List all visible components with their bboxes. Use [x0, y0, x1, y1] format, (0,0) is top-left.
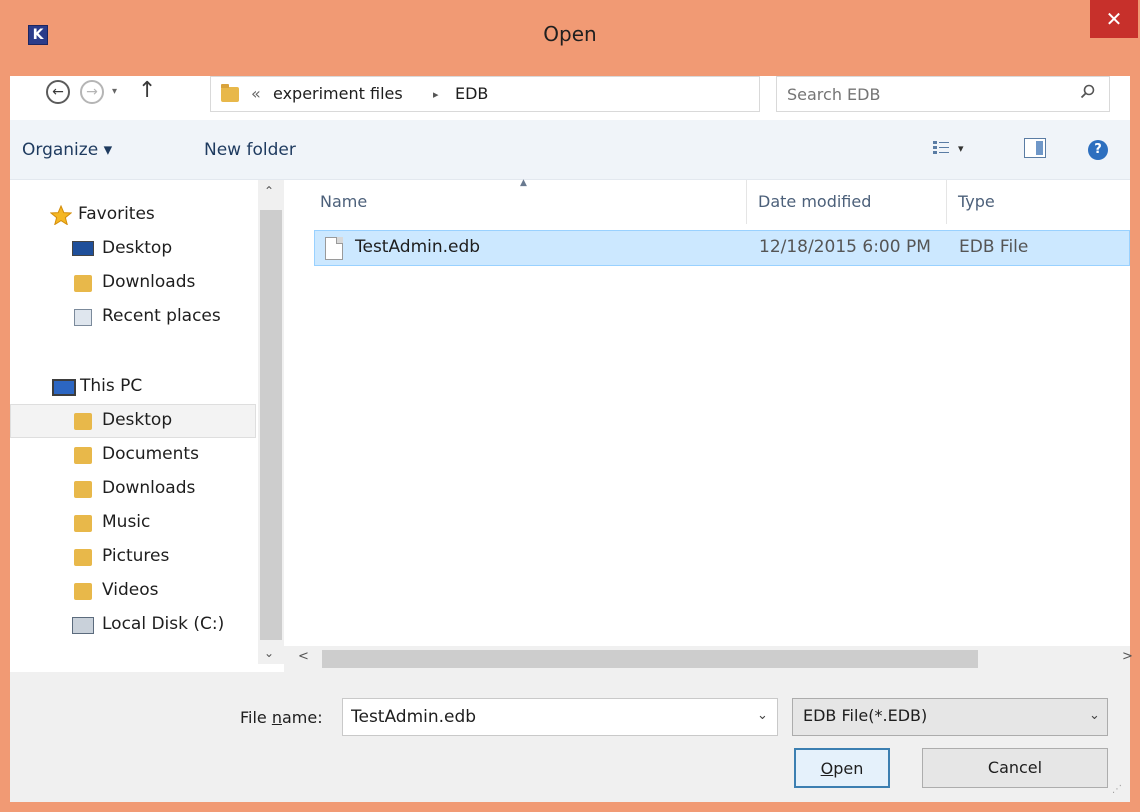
file-type-value: EDB File(*.EDB): [803, 706, 928, 725]
close-button[interactable]: ✕: [1090, 0, 1138, 38]
resize-grip-icon[interactable]: ⋰: [1112, 784, 1122, 795]
file-name-input[interactable]: [351, 706, 741, 728]
nav-label: Downloads: [102, 478, 196, 498]
nav-label: Videos: [102, 580, 159, 600]
column-divider[interactable]: [746, 180, 747, 224]
address-bar[interactable]: « experiment files ▸ EDB ⌄ ↻: [210, 76, 953, 112]
music-icon: [74, 515, 92, 532]
column-header-date-modified[interactable]: Date modified: [758, 192, 871, 211]
downloads-icon: [74, 481, 92, 498]
nav-recent-places[interactable]: Recent places: [10, 300, 256, 334]
nav-label: Documents: [102, 444, 199, 464]
search-input[interactable]: [787, 83, 1067, 105]
navigation-pane: Favorites Desktop Downloads Recent place…: [10, 180, 258, 664]
scroll-up-icon[interactable]: ⌃: [264, 184, 274, 198]
nav-label: Favorites: [78, 204, 155, 224]
preview-pane-icon[interactable]: [1024, 138, 1046, 158]
pictures-icon: [74, 549, 92, 566]
search-icon[interactable]: [1080, 84, 1095, 99]
nav-videos[interactable]: Videos: [10, 574, 256, 608]
nav-label: Music: [102, 512, 151, 532]
command-toolbar: Organize ▾ New folder ▾ ?: [10, 120, 1130, 180]
nav-label: Downloads: [102, 272, 196, 292]
open-dialog-window: K Open ✕ ← → ▾ ↑ « experiment files ▸ ED…: [0, 0, 1140, 812]
nav-favorites-downloads[interactable]: Downloads: [10, 266, 256, 300]
search-box[interactable]: [776, 76, 1110, 112]
star-icon: [50, 205, 72, 225]
nav-local-disk[interactable]: Local Disk (C:): [10, 608, 256, 642]
file-row[interactable]: TestAdmin.edb 12/18/2015 6:00 PM EDB Fil…: [314, 230, 1130, 266]
local-disk-icon: [72, 617, 94, 634]
scroll-down-icon[interactable]: ⌄: [264, 646, 274, 660]
folder-icon: [221, 84, 239, 102]
back-arrow-icon: ←: [52, 84, 64, 100]
nav-pane-vertical-scrollbar[interactable]: ⌃ ⌄: [258, 180, 284, 664]
chevron-down-icon: ▾: [112, 86, 118, 97]
recent-locations-button[interactable]: ▾: [112, 86, 117, 97]
window-title: Open: [543, 22, 597, 46]
scrollbar-thumb[interactable]: [260, 210, 282, 640]
file-date-modified: 12/18/2015 6:00 PM: [759, 237, 931, 257]
nav-label: Desktop: [102, 238, 173, 258]
forward-button[interactable]: →: [80, 80, 104, 104]
breadcrumb-edb[interactable]: EDB: [455, 84, 488, 103]
nav-documents[interactable]: Documents: [10, 438, 256, 472]
up-button[interactable]: ↑: [138, 78, 156, 103]
recent-places-icon: [74, 309, 92, 326]
chevron-down-icon[interactable]: ⌄: [757, 708, 768, 723]
scrollbar-thumb[interactable]: [322, 650, 978, 668]
bottom-panel: File name: ⌄ EDB File(*.EDB) ⌄ Open Canc…: [10, 672, 1130, 802]
nav-label: Local Disk (C:): [102, 614, 225, 634]
sort-ascending-icon: ▲: [520, 178, 527, 188]
column-header-name[interactable]: Name: [320, 192, 367, 211]
videos-icon: [74, 583, 92, 600]
nav-favorites[interactable]: Favorites: [10, 198, 256, 232]
file-list-horizontal-scrollbar[interactable]: < >: [284, 646, 1133, 672]
nav-favorites-desktop[interactable]: Desktop: [10, 232, 256, 266]
view-dropdown-icon[interactable]: ▾: [958, 142, 964, 155]
column-header-type[interactable]: Type: [958, 192, 995, 211]
nav-label: This PC: [80, 376, 143, 396]
nav-this-pc[interactable]: This PC: [10, 370, 256, 404]
view-options-icon[interactable]: [932, 140, 950, 156]
nav-label: Desktop: [102, 410, 173, 430]
file-type: EDB File: [959, 237, 1029, 257]
scroll-left-icon[interactable]: <: [298, 649, 309, 664]
close-icon: ✕: [1105, 7, 1123, 31]
file-type-select[interactable]: EDB File(*.EDB) ⌄: [792, 698, 1108, 736]
nav-pictures[interactable]: Pictures: [10, 540, 256, 574]
nav-music[interactable]: Music: [10, 506, 256, 540]
scroll-right-icon[interactable]: >: [1122, 649, 1133, 664]
new-folder-button[interactable]: New folder: [204, 140, 296, 160]
open-button[interactable]: Open: [794, 748, 890, 788]
organize-menu[interactable]: Organize ▾: [22, 140, 112, 160]
chevron-down-icon: ⌄: [1089, 708, 1100, 723]
documents-icon: [74, 447, 92, 464]
desktop-icon: [72, 241, 94, 256]
dialog-client-area: ← → ▾ ↑ « experiment files ▸ EDB ⌄ ↻: [10, 76, 1133, 802]
breadcrumb-overflow[interactable]: «: [251, 84, 261, 103]
desktop-folder-icon: [74, 413, 92, 430]
title-bar[interactable]: K Open ✕: [0, 0, 1140, 76]
file-name: TestAdmin.edb: [355, 237, 481, 257]
back-button[interactable]: ←: [46, 80, 70, 104]
forward-arrow-icon: →: [86, 84, 98, 100]
file-list: ▲ Name Date modified Type TestAdmin.edb …: [284, 178, 1130, 646]
column-divider[interactable]: [946, 180, 947, 224]
file-name-label: File name:: [240, 708, 323, 727]
file-icon: [325, 237, 343, 260]
file-name-combobox[interactable]: ⌄: [342, 698, 778, 736]
up-arrow-icon: ↑: [138, 78, 157, 103]
computer-icon: [52, 379, 76, 396]
nav-this-pc-desktop[interactable]: Desktop: [10, 404, 256, 438]
nav-label: Pictures: [102, 546, 170, 566]
downloads-icon: [74, 275, 92, 292]
breadcrumb-separator-icon[interactable]: ▸: [433, 88, 439, 101]
nav-label: Recent places: [102, 306, 221, 326]
cancel-button[interactable]: Cancel: [922, 748, 1108, 788]
address-row: ← → ▾ ↑ « experiment files ▸ EDB ⌄ ↻: [10, 76, 1130, 120]
nav-this-pc-downloads[interactable]: Downloads: [10, 472, 256, 506]
breadcrumb-experiment-files[interactable]: experiment files: [273, 84, 403, 103]
help-icon[interactable]: ?: [1088, 140, 1108, 160]
